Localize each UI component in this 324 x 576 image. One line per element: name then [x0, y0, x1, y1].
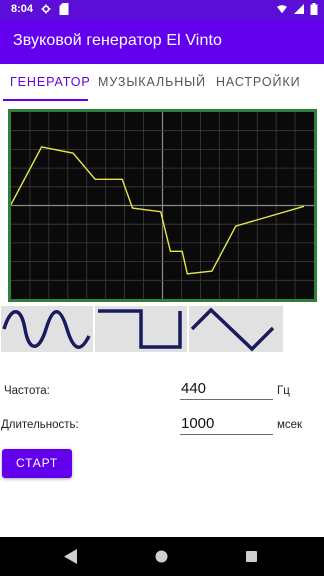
- wifi-icon: [277, 5, 287, 14]
- navigation-bar: [0, 537, 324, 576]
- frequency-unit: Гц: [277, 385, 290, 397]
- waveform-trace: [11, 146, 305, 275]
- home-icon[interactable]: [155, 550, 168, 563]
- duration-label: Длительность:: [1, 419, 79, 431]
- tab-generator[interactable]: ГЕНЕРАТОР: [10, 75, 91, 89]
- duration-unit: мсек: [277, 419, 303, 431]
- oscilloscope-screen: [11, 112, 314, 299]
- tab-bar: ГЕНЕРАТОР МУЗЫКАЛЬНЫЙ НАСТРОЙКИ: [0, 64, 324, 102]
- start-button[interactable]: СТАРТ: [2, 449, 72, 478]
- square-wave-icon: [98, 309, 182, 349]
- tab-musical[interactable]: МУЗЫКАЛЬНЫЙ: [98, 75, 206, 89]
- status-time: 8:04: [11, 3, 34, 15]
- back-icon[interactable]: [64, 549, 78, 564]
- sd-card-icon: [59, 3, 69, 15]
- triangle-wave-button[interactable]: [189, 306, 283, 352]
- recents-icon[interactable]: [246, 551, 257, 562]
- sine-wave-icon: [2, 310, 91, 349]
- app-bar: Звуковой генератор El Vinto: [0, 20, 324, 64]
- frequency-input[interactable]: 440: [180, 380, 273, 400]
- frequency-label: Частота:: [4, 385, 50, 397]
- settings-icon: [41, 4, 51, 14]
- triangle-wave-icon: [190, 307, 275, 352]
- duration-input[interactable]: 1000: [180, 415, 273, 435]
- battery-icon: [310, 3, 318, 15]
- square-wave-button[interactable]: [95, 306, 187, 352]
- tab-settings[interactable]: НАСТРОЙКИ: [216, 75, 300, 89]
- tab-indicator: [3, 99, 88, 101]
- oscilloscope-display: [8, 109, 317, 302]
- signal-icon: [294, 4, 304, 14]
- oscilloscope-grid: [11, 112, 314, 299]
- status-bar: 8:04: [0, 0, 324, 20]
- app-title: Звуковой генератор El Vinto: [13, 32, 222, 49]
- sine-wave-button[interactable]: [1, 306, 93, 352]
